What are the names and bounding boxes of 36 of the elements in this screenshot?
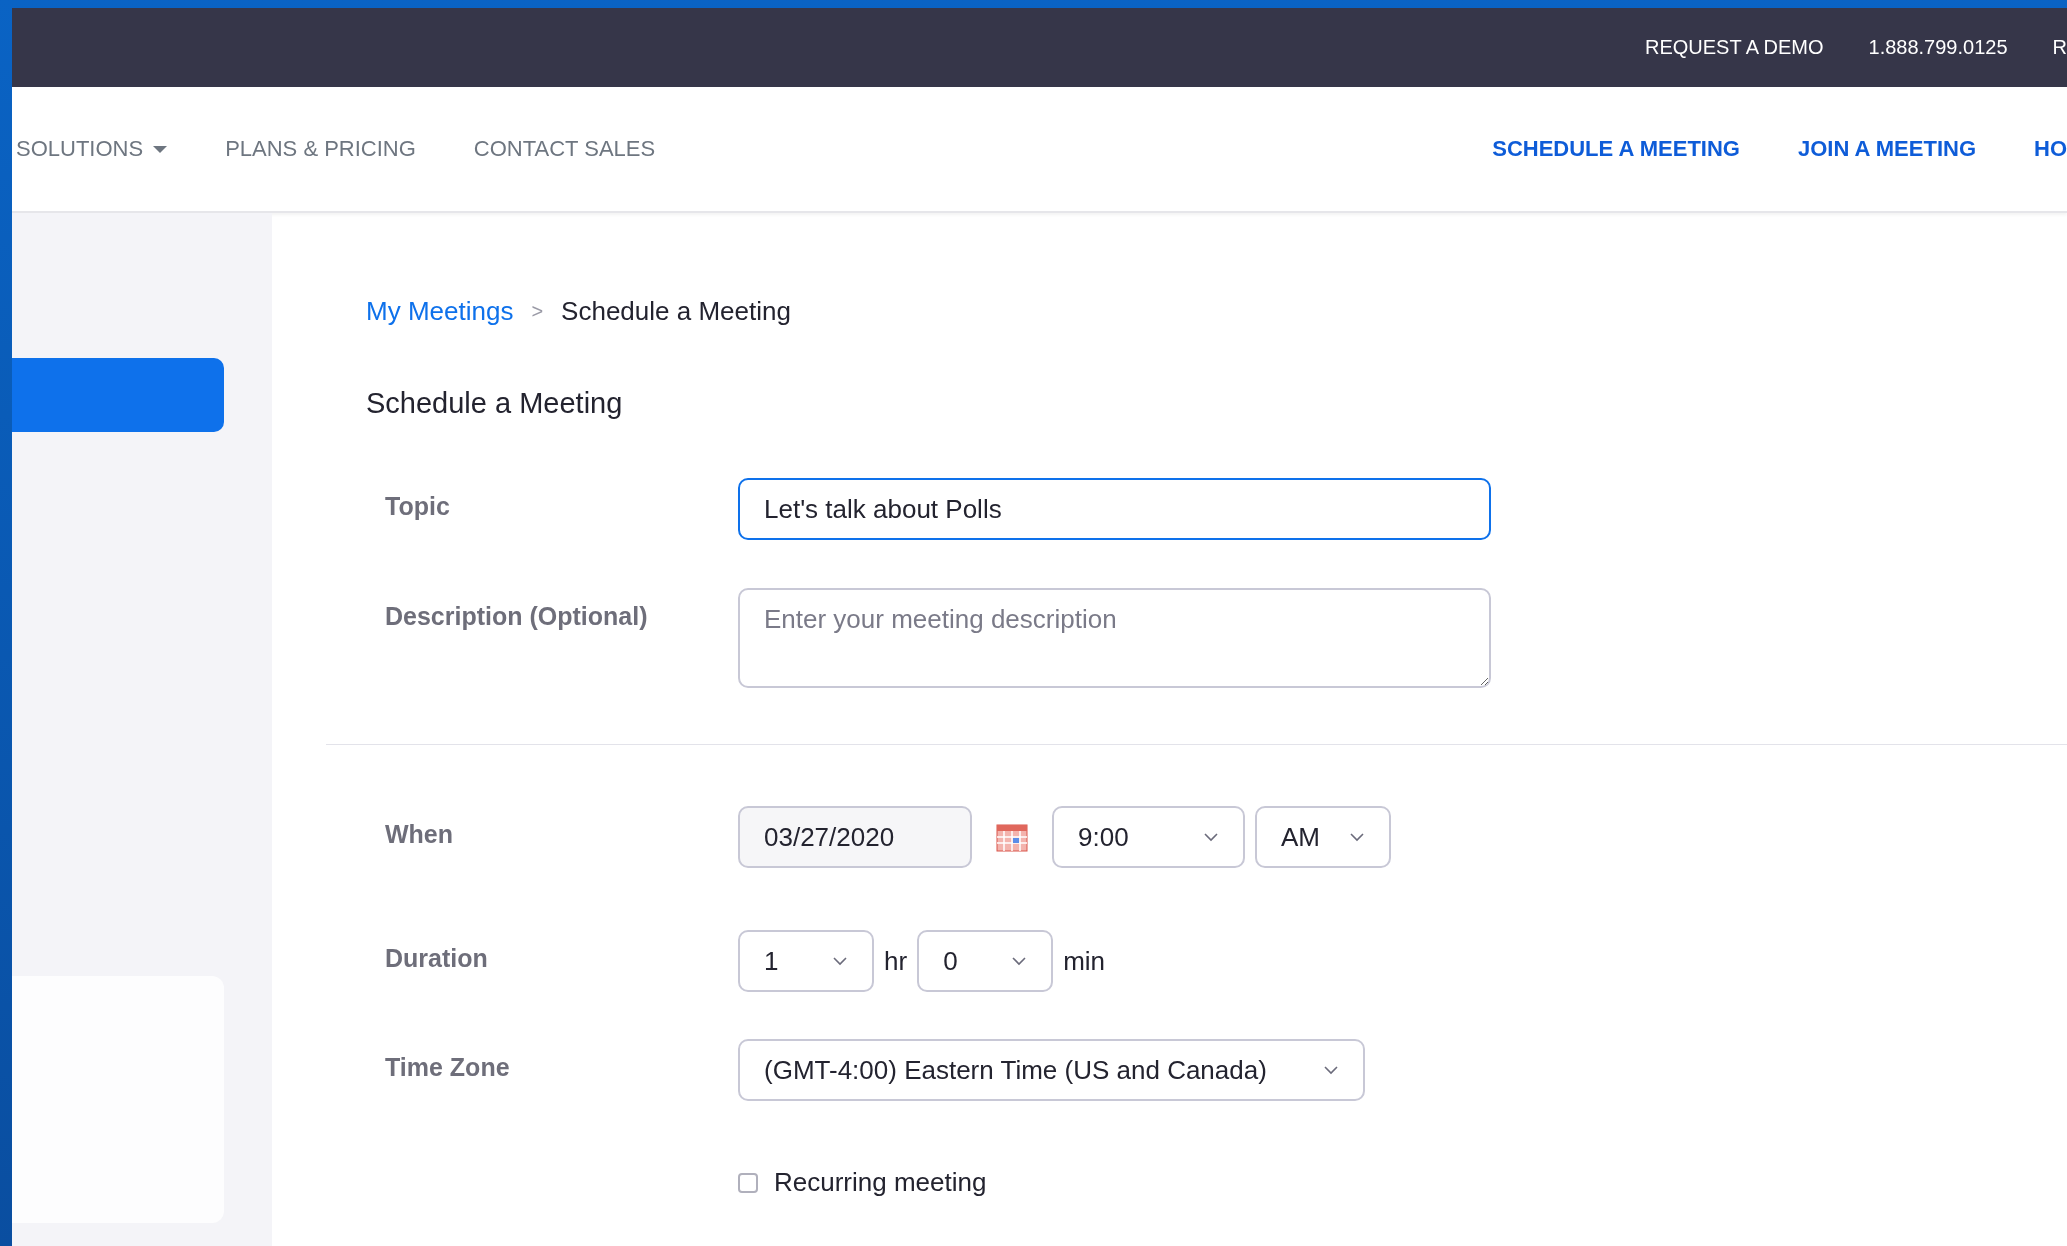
field-label: Description (Optional) — [385, 601, 649, 631]
top-link[interactable]: 1.888.799.0125 — [1868, 36, 2008, 59]
nav-link[interactable]: SCHEDULE A MEETING — [1492, 136, 1740, 162]
time-zone-select[interactable]: (GMT-4:00) Eastern Time (US and Canada) — [738, 1039, 1365, 1101]
hours-select[interactable]: 1 — [738, 930, 874, 992]
chevron-down-icon — [1011, 956, 1028, 966]
checkbox-label[interactable]: Recurring meeting — [774, 1167, 987, 1198]
unit-label: min — [1063, 945, 1106, 977]
top-link[interactable]: REQUEST A DEMO — [1644, 36, 1824, 59]
minutes-select[interactable]: 0 — [917, 930, 1054, 992]
nav-link[interactable]: JOIN A MEETING — [1797, 136, 1976, 162]
field-label: Topic — [385, 491, 451, 521]
chevron-down-icon — [1203, 832, 1219, 842]
field-label: When — [385, 819, 455, 849]
breadcrumb-current: Schedule a Meeting — [561, 296, 791, 327]
chevron-down-icon — [832, 956, 848, 966]
page-title: Schedule a Meeting — [366, 387, 624, 420]
checkbox[interactable] — [738, 1172, 758, 1193]
breadcrumb-link[interactable]: My Meetings — [366, 296, 514, 327]
nav-link[interactable]: PLANS & PRICING — [225, 136, 416, 162]
chevron-down-icon — [1323, 1065, 1339, 1075]
field-label: Time Zone — [385, 1052, 511, 1082]
nav-link[interactable]: HO — [2034, 136, 2067, 162]
unit-label: hr — [884, 945, 908, 977]
breadcrumb-separator: > — [531, 300, 544, 323]
ampm-select[interactable]: AM — [1255, 806, 1391, 868]
field-label: Duration — [385, 943, 489, 973]
top-link[interactable]: R — [2052, 36, 2067, 59]
nav-link[interactable]: CONTACT SALES — [473, 136, 656, 162]
time-select[interactable]: 9:00 — [1052, 806, 1245, 868]
nav-link[interactable]: SOLUTIONS — [16, 136, 168, 162]
description-field[interactable]: Enter your meeting description — [738, 588, 1491, 688]
chevron-down-icon — [1349, 832, 1365, 842]
topic-field[interactable]: Let's talk about Polls — [738, 478, 1491, 540]
calendar-icon — [996, 822, 1028, 852]
date-field[interactable]: 03/27/2020 — [738, 806, 972, 868]
